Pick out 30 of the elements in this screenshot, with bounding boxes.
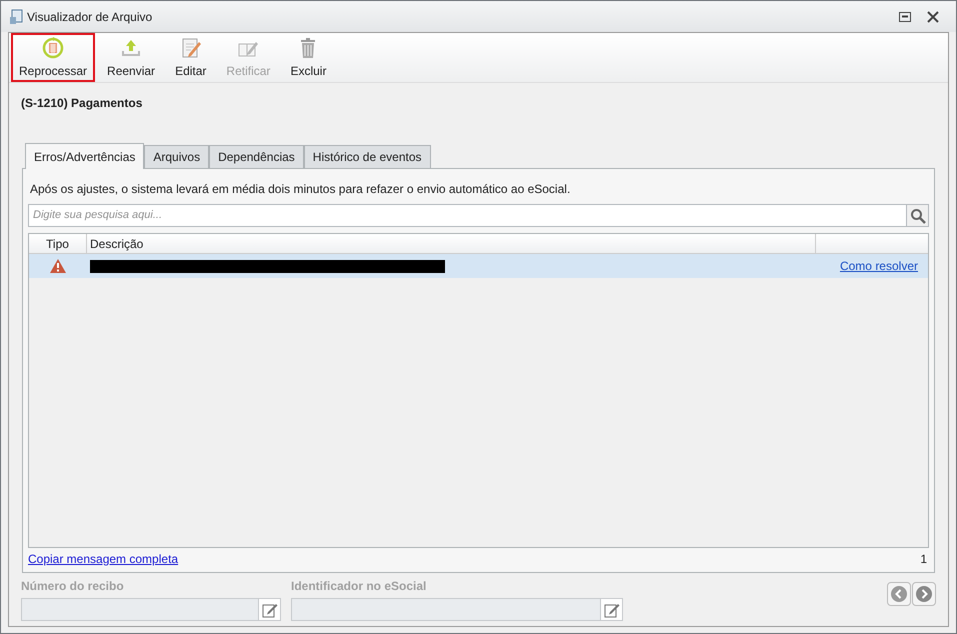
close-icon: [927, 10, 939, 22]
refresh-calculator-icon: [41, 36, 66, 60]
restore-icon: [899, 12, 911, 22]
notice-text: Após os ajustes, o sistema levará em média dois minutos para refazer o envio automático ao eSocial.: [30, 181, 572, 198]
tab[interactable]: Dependências: [209, 145, 304, 168]
previous-button[interactable]: [887, 582, 911, 606]
record-heading: (S-1210) Pagamentos: [20, 95, 144, 112]
copy-message-link[interactable]: Copiar mensagem completa: [28, 550, 178, 568]
toolbar-button[interactable]: Editar: [167, 33, 214, 82]
warning-icon: [50, 259, 66, 273]
next-button[interactable]: [912, 582, 936, 606]
tab[interactable]: Arquivos: [144, 145, 210, 168]
edit-icon: [604, 602, 620, 618]
document-viewer-icon: [9, 8, 23, 24]
tab[interactable]: Erros/Advertências: [25, 143, 144, 169]
search-field[interactable]: Digite sua pesquisa aqui...: [28, 204, 907, 227]
table-row[interactable]: Como resolver: [29, 254, 928, 278]
row-count: 1: [920, 551, 927, 568]
toolbar-button[interactable]: Reprocessar: [11, 33, 96, 82]
edit-icon: [262, 602, 278, 618]
field-label: Número do recibo: [21, 578, 125, 595]
column-header: Descrição: [87, 234, 816, 253]
tab[interactable]: Histórico de eventos: [304, 145, 431, 168]
how-to-resolve-link[interactable]: Como resolver: [840, 257, 918, 275]
toolbar-button[interactable]: Reenviar: [99, 33, 164, 82]
toolbar-button[interactable]: Excluir: [282, 33, 334, 82]
column-header: Tipo: [29, 234, 87, 253]
window-title: Visualizador de Arquivo: [27, 8, 152, 26]
search-icon[interactable]: [907, 204, 929, 227]
field-label: Identificador no eSocial: [291, 578, 428, 595]
